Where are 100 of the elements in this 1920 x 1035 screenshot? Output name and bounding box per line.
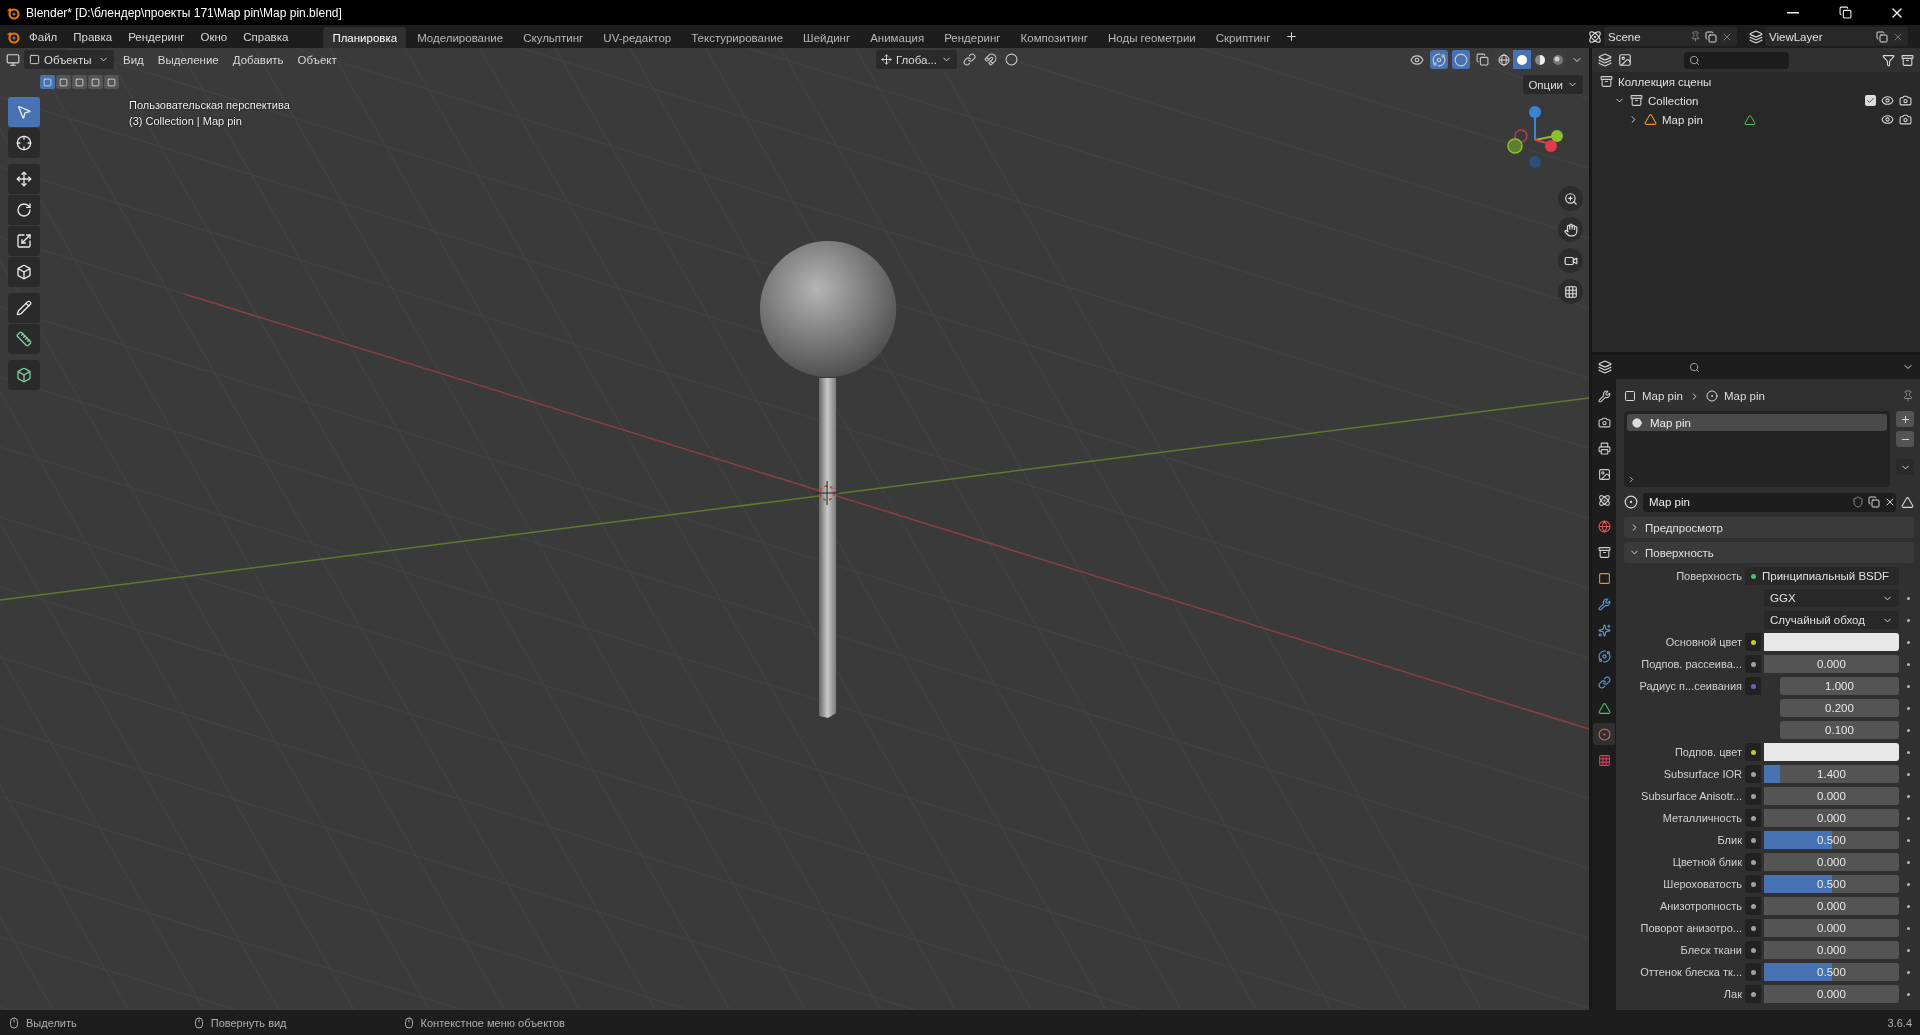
menu-item[interactable]: Справка (236, 26, 296, 47)
keyframe-dot[interactable] (1906, 860, 1910, 864)
browse-material-icon[interactable] (1624, 495, 1638, 509)
socket-button[interactable] (1745, 743, 1761, 761)
snap-button[interactable] (982, 50, 999, 69)
shading-button[interactable] (1513, 50, 1531, 69)
editor-type-icon[interactable] (6, 52, 20, 67)
keyframe-dot[interactable] (1906, 904, 1910, 908)
socket-button[interactable] (1745, 853, 1761, 871)
pivot-button[interactable] (961, 50, 978, 69)
outliner-item[interactable]: Collection (1592, 91, 1920, 110)
color-swatch[interactable] (1764, 743, 1899, 761)
select-mode-button[interactable] (88, 75, 103, 89)
view-layer-field[interactable]: ViewLayer (1765, 27, 1908, 46)
ortho-view-button[interactable] (1558, 279, 1583, 304)
orientation-dropdown[interactable]: Глоба... (875, 50, 957, 69)
keyframe-dot[interactable] (1906, 970, 1910, 974)
shader-field[interactable]: Принципиальный BSDF (1745, 567, 1899, 585)
tool-button[interactable] (8, 257, 40, 287)
tool-button[interactable] (8, 226, 40, 256)
keyframe-dot[interactable] (1906, 948, 1910, 952)
keyframe-dot[interactable] (1906, 750, 1910, 754)
workspace-tab[interactable]: Анимация (861, 27, 934, 48)
socket-button[interactable] (1745, 941, 1761, 959)
select-dropdown[interactable]: GGX (1764, 589, 1899, 607)
panel-header[interactable]: Поверхность (1624, 542, 1914, 563)
socket-button[interactable] (1745, 633, 1761, 651)
eye-icon[interactable] (1881, 113, 1894, 126)
keyframe-dot[interactable] (1906, 794, 1910, 798)
camera-icon[interactable] (1899, 94, 1912, 107)
socket-button[interactable] (1745, 897, 1761, 915)
outliner-item[interactable]: Map pin (1592, 110, 1920, 129)
tool-button[interactable] (8, 293, 40, 323)
remove-slot-button[interactable] (1896, 431, 1914, 447)
select-mode-button[interactable] (56, 75, 71, 89)
select-mode-button[interactable] (40, 75, 55, 89)
workspace-tab[interactable]: Текстурирование (682, 27, 793, 48)
keyframe-dot[interactable] (1906, 618, 1910, 622)
workspace-tab[interactable]: Ноды геометрии (1099, 27, 1205, 48)
workspace-tab[interactable]: Скриптинг (1206, 27, 1280, 48)
pin-icon[interactable] (1902, 390, 1914, 402)
number-slider[interactable]: 0.000 (1764, 853, 1899, 871)
add-workspace-icon[interactable] (1285, 30, 1299, 43)
proportional-button[interactable] (1003, 50, 1020, 69)
eye-icon[interactable] (1881, 94, 1894, 107)
keyframe-dot[interactable] (1906, 838, 1910, 842)
number-field[interactable]: 1.000 (1780, 677, 1899, 695)
menu-item[interactable]: Правка (66, 26, 120, 47)
workspace-tab[interactable]: Шейдинг (794, 27, 860, 48)
menu-item[interactable]: Файл (22, 26, 65, 47)
viewport-menu[interactable]: Вид (118, 50, 149, 69)
number-slider[interactable]: 0.000 (1764, 941, 1899, 959)
outliner-item[interactable]: Коллекция сцены (1592, 72, 1920, 91)
mode-dropdown[interactable]: Объекты (24, 50, 114, 69)
scene-icon[interactable] (1588, 29, 1602, 44)
number-slider[interactable]: 0.000 (1764, 985, 1899, 1003)
socket-button[interactable] (1745, 655, 1761, 673)
panel-header[interactable]: Предпросмотр (1624, 517, 1914, 538)
pan-button[interactable] (1558, 217, 1583, 242)
select-dropdown[interactable]: Случайный обход (1764, 611, 1899, 629)
socket-button[interactable] (1745, 765, 1761, 783)
checkbox[interactable] (1865, 95, 1876, 106)
number-field[interactable]: 0.100 (1780, 721, 1899, 739)
menu-item[interactable]: Окно (193, 26, 235, 47)
camera-icon[interactable] (1899, 113, 1912, 126)
xray-button[interactable] (1474, 50, 1491, 69)
keyframe-dot[interactable] (1906, 882, 1910, 886)
tool-button[interactable] (8, 164, 40, 194)
socket-button[interactable] (1745, 787, 1761, 805)
options-dropdown[interactable]: Опции (1523, 75, 1583, 94)
workspace-tab[interactable]: Композитинг (1011, 27, 1097, 48)
socket-button[interactable] (1745, 809, 1761, 827)
display-mode-icon[interactable] (1618, 53, 1632, 67)
keyframe-dot[interactable] (1906, 640, 1910, 644)
camera-view-button[interactable] (1558, 248, 1583, 273)
viewport-menu[interactable]: Добавить (227, 50, 289, 69)
material-name-field[interactable]: Map pin (1643, 492, 1896, 512)
overlay-toggle-button[interactable] (1452, 50, 1470, 69)
color-swatch[interactable] (1764, 633, 1899, 651)
socket-button[interactable] (1745, 831, 1761, 849)
keyframe-dot[interactable] (1906, 816, 1910, 820)
workspace-tab[interactable]: UV-редактор (594, 27, 681, 48)
new-collection-icon[interactable] (1901, 53, 1914, 67)
keyframe-dot[interactable] (1906, 596, 1910, 600)
number-slider[interactable]: 0.000 (1764, 897, 1899, 915)
editor-type-icon[interactable] (1598, 53, 1612, 67)
select-mode-button[interactable] (72, 75, 87, 89)
viewport-menu[interactable]: Объект (292, 50, 342, 69)
number-slider[interactable]: 0.000 (1764, 787, 1899, 805)
menu-item[interactable]: Рендеринг (121, 26, 192, 47)
select-mode-button[interactable] (104, 75, 119, 89)
workspace-tab[interactable]: Планировка (323, 27, 407, 48)
keyframe-dot[interactable] (1906, 662, 1910, 666)
editor-type-icon[interactable] (1598, 360, 1612, 374)
material-slot[interactable]: Map pin (1627, 414, 1887, 431)
number-slider[interactable]: 0.000 (1764, 655, 1899, 673)
search-field[interactable] (1684, 51, 1789, 69)
keyframe-dot[interactable] (1906, 926, 1910, 930)
view-layer-icon[interactable] (1749, 29, 1763, 44)
number-slider[interactable]: 1.400 (1764, 765, 1899, 783)
